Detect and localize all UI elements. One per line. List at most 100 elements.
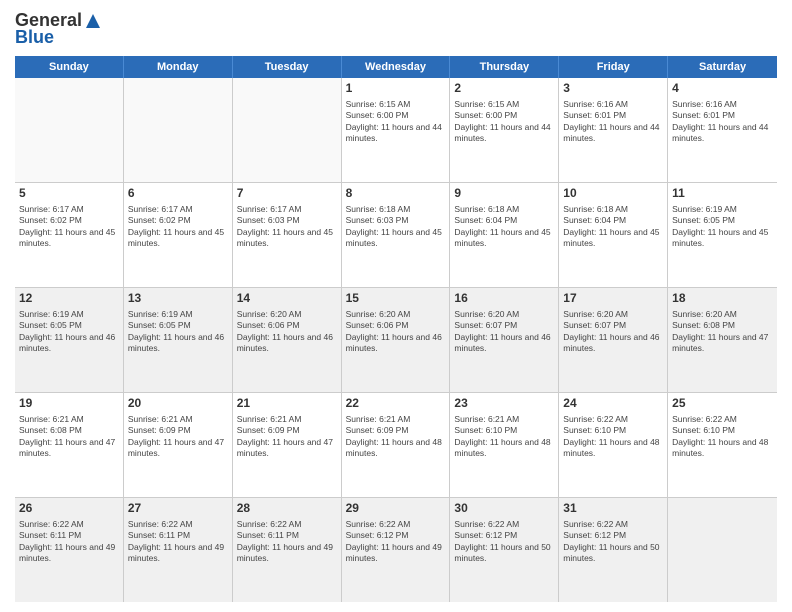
day-number: 7 — [237, 186, 337, 202]
day-info: Sunrise: 6:22 AMSunset: 6:12 PMDaylight:… — [454, 519, 554, 565]
calendar-day-cell: 26 Sunrise: 6:22 AMSunset: 6:11 PMDayligh… — [15, 498, 124, 602]
day-info: Sunrise: 6:18 AMSunset: 6:03 PMDaylight:… — [346, 204, 446, 250]
calendar-day-cell: 16 Sunrise: 6:20 AMSunset: 6:07 PMDayligh… — [450, 288, 559, 392]
calendar-day-cell — [124, 78, 233, 182]
logo: General Blue — [15, 10, 102, 48]
calendar-day-cell: 5Sunrise: 6:17 AMSunset: 6:02 PMDaylight… — [15, 183, 124, 287]
day-number: 17 — [563, 291, 663, 307]
day-info: Sunrise: 6:16 AMSunset: 6:01 PMDaylight:… — [672, 99, 773, 145]
day-info: Sunrise: 6:20 AMSunset: 6:06 PMDaylight:… — [237, 309, 337, 355]
day-number: 10 — [563, 186, 663, 202]
day-number: 13 — [128, 291, 228, 307]
calendar-week-row: 1 Sunrise: 6:15 AMSunset: 6:00 PMDaylight… — [15, 78, 777, 183]
calendar-day-cell: 11Sunrise: 6:19 AMSunset: 6:05 PMDayligh… — [668, 183, 777, 287]
calendar-day-cell: 21 Sunrise: 6:21 AMSunset: 6:09 PMDayligh… — [233, 393, 342, 497]
day-info: Sunrise: 6:21 AMSunset: 6:09 PMDaylight:… — [237, 414, 337, 460]
day-number: 28 — [237, 501, 337, 517]
day-number: 11 — [672, 186, 773, 202]
calendar-week-row: 19 Sunrise: 6:21 AMSunset: 6:08 PMDayligh… — [15, 393, 777, 498]
day-number: 1 — [346, 81, 446, 97]
day-number: 24 — [563, 396, 663, 412]
day-info: Sunrise: 6:22 AMSunset: 6:12 PMDaylight:… — [346, 519, 446, 565]
day-number: 20 — [128, 396, 228, 412]
page: General Blue SundayMondayTuesdayWednesda… — [0, 0, 792, 612]
day-info: Sunrise: 6:18 AMSunset: 6:04 PMDaylight:… — [454, 204, 554, 250]
day-number: 15 — [346, 291, 446, 307]
day-number: 25 — [672, 396, 773, 412]
day-number: 8 — [346, 186, 446, 202]
day-number: 14 — [237, 291, 337, 307]
day-info: Sunrise: 6:19 AMSunset: 6:05 PMDaylight:… — [128, 309, 228, 355]
calendar-day-cell — [233, 78, 342, 182]
calendar-day-cell: 17 Sunrise: 6:20 AMSunset: 6:07 PMDayligh… — [559, 288, 668, 392]
calendar-day-cell: 8 Sunrise: 6:18 AMSunset: 6:03 PMDaylight… — [342, 183, 451, 287]
calendar-body: 1 Sunrise: 6:15 AMSunset: 6:00 PMDaylight… — [15, 78, 777, 602]
day-info: Sunrise: 6:21 AMSunset: 6:08 PMDaylight:… — [19, 414, 119, 460]
calendar-week-row: 5Sunrise: 6:17 AMSunset: 6:02 PMDaylight… — [15, 183, 777, 288]
calendar-day-cell: 20 Sunrise: 6:21 AMSunset: 6:09 PMDayligh… — [124, 393, 233, 497]
day-number: 6 — [128, 186, 228, 202]
day-info: Sunrise: 6:22 AMSunset: 6:11 PMDaylight:… — [19, 519, 119, 565]
day-info: Sunrise: 6:19 AMSunset: 6:05 PMDaylight:… — [19, 309, 119, 355]
calendar-header-cell: Tuesday — [233, 56, 342, 78]
calendar-day-cell: 31 Sunrise: 6:22 AMSunset: 6:12 PMDayligh… — [559, 498, 668, 602]
calendar-header-cell: Wednesday — [342, 56, 451, 78]
calendar-day-cell: 9 Sunrise: 6:18 AMSunset: 6:04 PMDaylight… — [450, 183, 559, 287]
day-number: 19 — [19, 396, 119, 412]
calendar-week-row: 26 Sunrise: 6:22 AMSunset: 6:11 PMDayligh… — [15, 498, 777, 602]
day-info: Sunrise: 6:20 AMSunset: 6:07 PMDaylight:… — [454, 309, 554, 355]
day-number: 18 — [672, 291, 773, 307]
day-info: Sunrise: 6:18 AMSunset: 6:04 PMDaylight:… — [563, 204, 663, 250]
day-number: 3 — [563, 81, 663, 97]
day-info: Sunrise: 6:22 AMSunset: 6:12 PMDaylight:… — [563, 519, 663, 565]
calendar-day-cell: 30 Sunrise: 6:22 AMSunset: 6:12 PMDayligh… — [450, 498, 559, 602]
day-number: 31 — [563, 501, 663, 517]
calendar-day-cell: 23 Sunrise: 6:21 AMSunset: 6:10 PMDayligh… — [450, 393, 559, 497]
calendar-header: SundayMondayTuesdayWednesdayThursdayFrid… — [15, 56, 777, 78]
day-info: Sunrise: 6:17 AMSunset: 6:03 PMDaylight:… — [237, 204, 337, 250]
calendar-day-cell: 15 Sunrise: 6:20 AMSunset: 6:06 PMDayligh… — [342, 288, 451, 392]
calendar-day-cell: 25 Sunrise: 6:22 AMSunset: 6:10 PMDayligh… — [668, 393, 777, 497]
calendar: SundayMondayTuesdayWednesdayThursdayFrid… — [15, 56, 777, 602]
day-number: 9 — [454, 186, 554, 202]
day-number: 30 — [454, 501, 554, 517]
calendar-day-cell: 1 Sunrise: 6:15 AMSunset: 6:00 PMDaylight… — [342, 78, 451, 182]
calendar-day-cell: 18 Sunrise: 6:20 AMSunset: 6:08 PMDayligh… — [668, 288, 777, 392]
calendar-day-cell: 27 Sunrise: 6:22 AMSunset: 6:11 PMDayligh… — [124, 498, 233, 602]
day-number: 27 — [128, 501, 228, 517]
day-number: 26 — [19, 501, 119, 517]
calendar-header-cell: Sunday — [15, 56, 124, 78]
day-info: Sunrise: 6:22 AMSunset: 6:10 PMDaylight:… — [563, 414, 663, 460]
calendar-day-cell — [15, 78, 124, 182]
day-info: Sunrise: 6:21 AMSunset: 6:09 PMDaylight:… — [128, 414, 228, 460]
calendar-day-cell: 29Sunrise: 6:22 AMSunset: 6:12 PMDayligh… — [342, 498, 451, 602]
day-info: Sunrise: 6:20 AMSunset: 6:07 PMDaylight:… — [563, 309, 663, 355]
day-info: Sunrise: 6:16 AMSunset: 6:01 PMDaylight:… — [563, 99, 663, 145]
day-info: Sunrise: 6:15 AMSunset: 6:00 PMDaylight:… — [346, 99, 446, 145]
calendar-week-row: 12 Sunrise: 6:19 AMSunset: 6:05 PMDayligh… — [15, 288, 777, 393]
calendar-day-cell: 24 Sunrise: 6:22 AMSunset: 6:10 PMDayligh… — [559, 393, 668, 497]
day-number: 16 — [454, 291, 554, 307]
day-number: 12 — [19, 291, 119, 307]
day-info: Sunrise: 6:22 AMSunset: 6:10 PMDaylight:… — [672, 414, 773, 460]
day-info: Sunrise: 6:21 AMSunset: 6:10 PMDaylight:… — [454, 414, 554, 460]
calendar-header-cell: Thursday — [450, 56, 559, 78]
day-number: 21 — [237, 396, 337, 412]
calendar-day-cell: 12 Sunrise: 6:19 AMSunset: 6:05 PMDayligh… — [15, 288, 124, 392]
day-info: Sunrise: 6:20 AMSunset: 6:08 PMDaylight:… — [672, 309, 773, 355]
calendar-header-cell: Friday — [559, 56, 668, 78]
calendar-day-cell: 22Sunrise: 6:21 AMSunset: 6:09 PMDayligh… — [342, 393, 451, 497]
day-info: Sunrise: 6:15 AMSunset: 6:00 PMDaylight:… — [454, 99, 554, 145]
day-info: Sunrise: 6:22 AMSunset: 6:11 PMDaylight:… — [237, 519, 337, 565]
logo-blue: Blue — [15, 27, 54, 48]
calendar-day-cell: 2Sunrise: 6:15 AMSunset: 6:00 PMDaylight… — [450, 78, 559, 182]
day-number: 23 — [454, 396, 554, 412]
calendar-day-cell — [668, 498, 777, 602]
day-number: 5 — [19, 186, 119, 202]
calendar-day-cell: 13 Sunrise: 6:19 AMSunset: 6:05 PMDayligh… — [124, 288, 233, 392]
day-number: 4 — [672, 81, 773, 97]
day-info: Sunrise: 6:20 AMSunset: 6:06 PMDaylight:… — [346, 309, 446, 355]
day-info: Sunrise: 6:22 AMSunset: 6:11 PMDaylight:… — [128, 519, 228, 565]
calendar-day-cell: 7 Sunrise: 6:17 AMSunset: 6:03 PMDaylight… — [233, 183, 342, 287]
calendar-day-cell: 4 Sunrise: 6:16 AMSunset: 6:01 PMDaylight… — [668, 78, 777, 182]
